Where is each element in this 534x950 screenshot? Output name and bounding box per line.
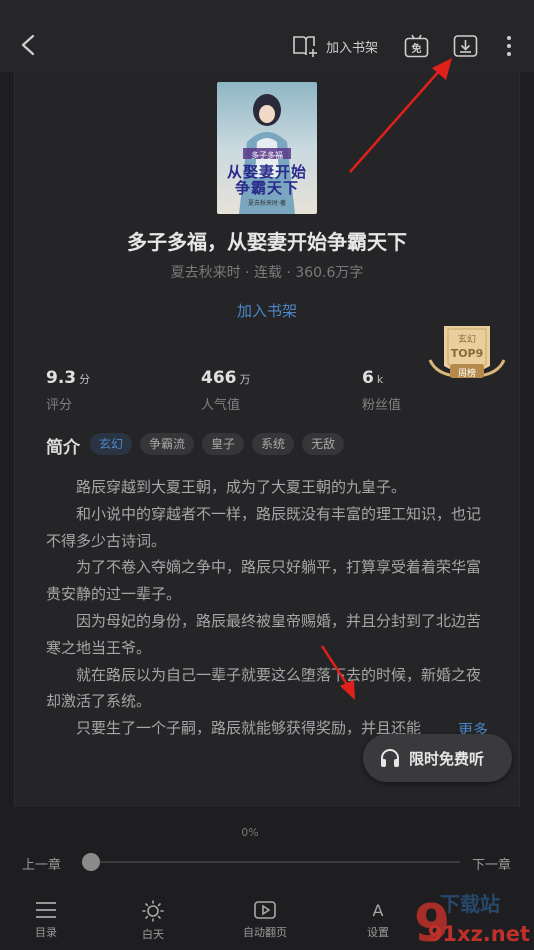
watermark-text: 91xz.net [427, 922, 530, 946]
next-chapter-button[interactable]: 下一章 [472, 854, 511, 873]
toolbar-catalog-label: 目录 [35, 926, 57, 939]
settings-icon: A [373, 901, 384, 920]
toolbar-autoflip-button[interactable]: 自动翻页 [225, 885, 305, 940]
toolbar-daymode-label: 白天 [142, 928, 164, 941]
toolbar-settings-button[interactable]: A 设置 [338, 885, 418, 940]
annotation-arrows [320, 58, 452, 700]
svg-text:A: A [373, 901, 384, 920]
autoplay-icon [254, 901, 276, 919]
toolbar-autoflip-label: 自动翻页 [243, 926, 287, 939]
site-watermark: 9 下载站 91xz.net [410, 886, 534, 950]
sun-icon [142, 900, 164, 922]
arrow-to-download [349, 69, 441, 173]
toolbar-daymode-button[interactable]: 白天 [113, 885, 193, 942]
chapter-slider-thumb[interactable] [82, 853, 100, 871]
arrow-head-icon [340, 680, 355, 700]
chapter-slider-track[interactable] [92, 861, 460, 863]
toolbar-catalog-button[interactable]: 目录 [6, 885, 86, 940]
prev-chapter-button[interactable]: 上一章 [22, 854, 61, 873]
list-icon [36, 902, 56, 918]
progress-text: 0% [241, 826, 259, 839]
toolbar-settings-label: 设置 [367, 926, 389, 939]
watermark-top-text: 下载站 [440, 892, 500, 916]
arrow-to-summary [320, 645, 350, 687]
